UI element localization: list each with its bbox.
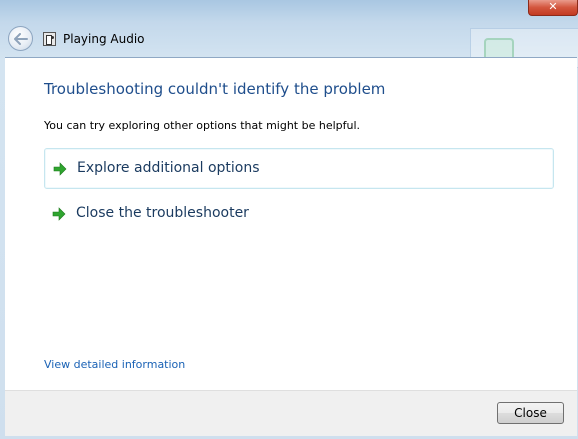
window-close-button[interactable]: ✕ <box>528 0 578 16</box>
green-arrow-icon <box>53 162 67 176</box>
green-arrow-icon <box>52 207 66 221</box>
troubleshooter-icon <box>43 32 56 46</box>
back-arrow-icon <box>13 33 28 45</box>
close-button[interactable]: Close <box>497 402 564 424</box>
close-icon: ✕ <box>548 0 558 13</box>
option-label: Explore additional options <box>77 160 260 176</box>
page-subtext: You can try exploring other options that… <box>44 119 361 132</box>
title-bar: Playing Audio <box>0 22 578 56</box>
footer-bar: Close <box>5 390 577 436</box>
option-label: Close the troubleshooter <box>76 205 249 221</box>
window-title: Playing Audio <box>63 32 145 46</box>
back-button[interactable] <box>8 26 33 51</box>
content-panel: Troubleshooting couldn't identify the pr… <box>5 57 577 390</box>
option-explore-additional[interactable]: Explore additional options <box>44 148 554 189</box>
view-detailed-information-link[interactable]: View detailed information <box>44 358 185 371</box>
option-close-troubleshooter[interactable]: Close the troubleshooter <box>44 194 554 235</box>
page-heading: Troubleshooting couldn't identify the pr… <box>44 80 386 98</box>
